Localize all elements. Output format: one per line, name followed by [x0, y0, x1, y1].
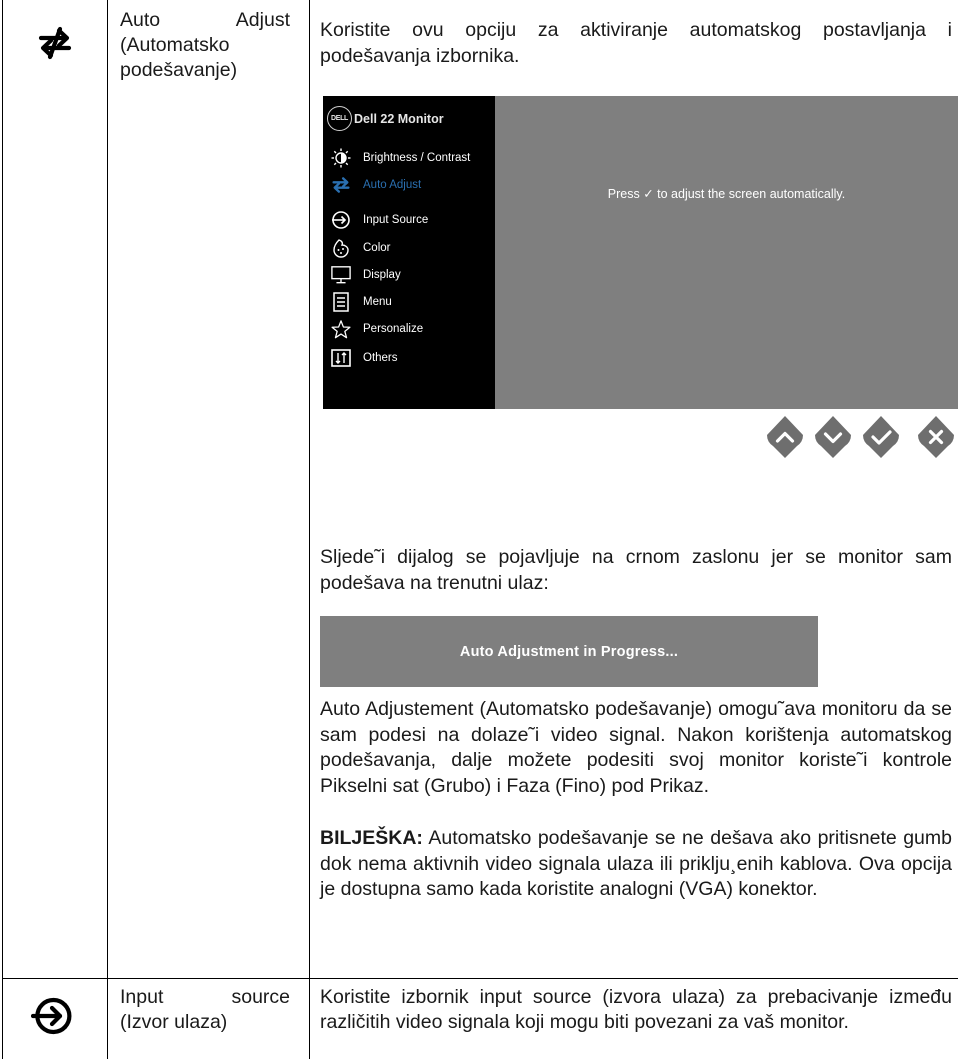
- display-icon: [331, 265, 351, 285]
- auto-adjust-note: BILJEŠKA: Automatsko podešavanje se ne d…: [320, 826, 952, 903]
- osd-menu: DELL Dell 22 Monitor Brightness / Contra…: [323, 96, 495, 409]
- name-line: (Izvor ulaza): [120, 1011, 228, 1033]
- name-word: source: [231, 986, 290, 1008]
- brightness-icon: [331, 148, 351, 168]
- osd-item-others[interactable]: Others: [323, 345, 495, 371]
- auto-adjust-progress-dialog: Auto Adjustment in Progress...: [320, 616, 818, 687]
- input-source-name: Input source (Izvor ulaza): [120, 985, 290, 1035]
- progress-text: Auto Adjustment in Progress...: [459, 643, 679, 660]
- table-border-left: [2, 0, 3, 1059]
- name-word: Adjust: [235, 9, 290, 31]
- osd-item-input-source[interactable]: Input Source: [323, 207, 495, 233]
- table-row-divider: [2, 978, 958, 979]
- table-border-col2: [309, 0, 310, 1059]
- manual-page: Auto Adjust (Automatsko podešavanje) Kor…: [0, 0, 958, 1059]
- osd-message: Press ✓ to adjust the screen automatical…: [607, 187, 846, 201]
- osd-item-color[interactable]: Color: [323, 235, 495, 261]
- input-source-icon: [30, 994, 75, 1038]
- name-line: (Automatsko: [120, 34, 230, 56]
- menu-icon: [331, 292, 351, 312]
- osd-item-auto-adjust[interactable]: Auto Adjust: [323, 172, 495, 198]
- osd-item-personalize[interactable]: Personalize: [323, 316, 495, 342]
- color-icon: [331, 238, 351, 258]
- others-icon: [331, 348, 351, 368]
- auto-adjust-intro: Koristite ovu opciju za aktiviranje auto…: [320, 19, 952, 67]
- auto-adjust-body: Auto Adjustement (Automatsko podešavanje…: [320, 698, 952, 797]
- osd-item-display[interactable]: Display: [323, 262, 495, 288]
- dialog-intro: Sljede˜i dijalog se pojavljuje na crnom …: [320, 546, 952, 594]
- auto-adjust-arrows-icon: [36, 26, 74, 60]
- star-icon: [331, 319, 351, 339]
- input-source-icon: [331, 210, 351, 230]
- osd-item-brightness[interactable]: Brightness / Contrast: [323, 145, 495, 171]
- auto-adjust-name: Auto Adjust (Automatsko podešavanje): [120, 8, 290, 83]
- note-label: BILJEŠKA:: [320, 827, 423, 849]
- osd-title-text: Dell 22 Monitor: [354, 111, 444, 126]
- table-border-col1: [107, 0, 108, 1059]
- osd-up-button[interactable]: [766, 415, 804, 459]
- osd-screenshot: DELL Dell 22 Monitor Brightness / Contra…: [323, 96, 958, 409]
- name-word: Auto: [120, 9, 161, 31]
- osd-check-button[interactable]: [862, 415, 900, 459]
- input-source-desc: Koristite izbornik input source (izvora …: [320, 986, 952, 1033]
- osd-close-button[interactable]: [917, 415, 955, 459]
- name-line: podešavanje): [120, 59, 238, 81]
- osd-title: DELL Dell 22 Monitor: [327, 106, 444, 131]
- osd-down-button[interactable]: [814, 415, 852, 459]
- osd-item-menu[interactable]: Menu: [323, 289, 495, 315]
- dell-logo: DELL: [327, 106, 352, 131]
- name-word: Input: [120, 986, 164, 1008]
- auto-adjust-icon: [331, 175, 351, 195]
